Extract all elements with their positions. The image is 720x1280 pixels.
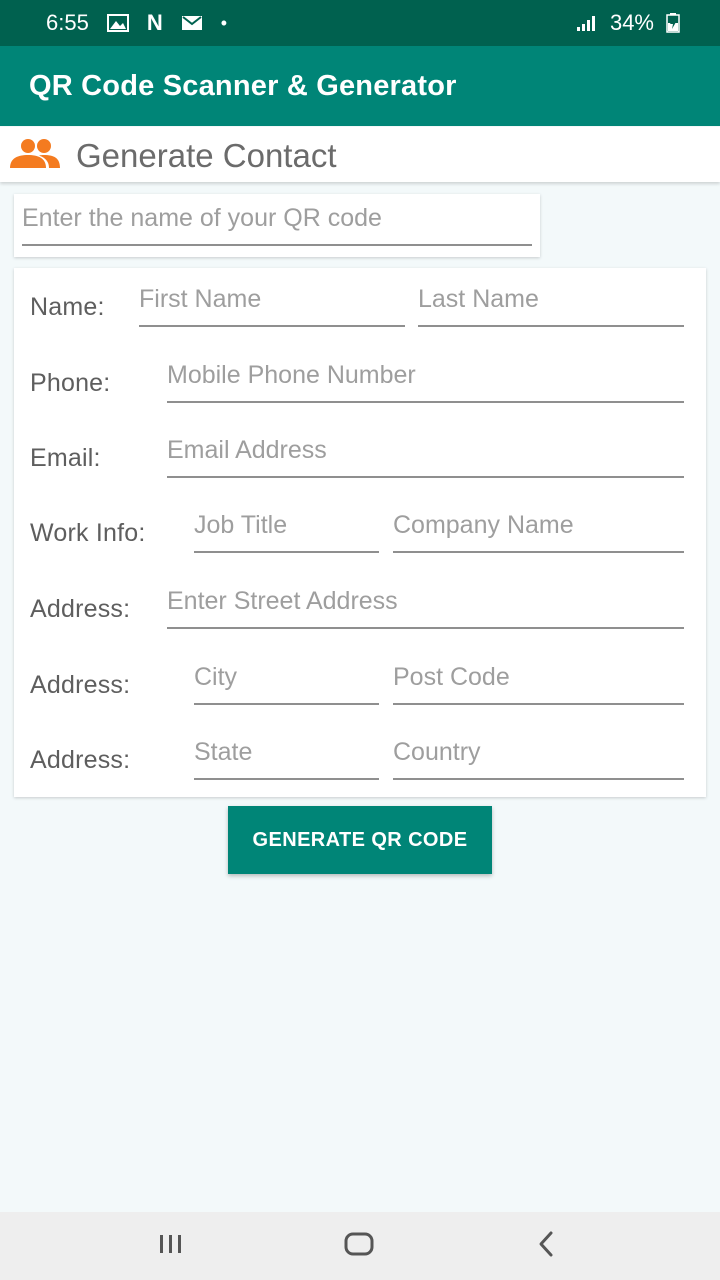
street-address-label: Address: (30, 595, 131, 623)
signal-icon (576, 14, 598, 32)
status-right: 34% (576, 0, 680, 46)
recents-icon (156, 1232, 186, 1261)
app-bar: QR Code Scanner & Generator (0, 46, 720, 126)
qr-name-input[interactable] (22, 200, 532, 246)
navigation-bar (0, 1212, 720, 1280)
battery-charging-icon (666, 13, 680, 33)
phone-label: Phone: (30, 369, 111, 397)
home-icon (343, 1231, 375, 1262)
phone-input[interactable] (167, 357, 684, 403)
status-time: 6:55 (46, 10, 89, 35)
image-icon (106, 14, 129, 32)
section-title: Generate Contact (76, 137, 337, 174)
generate-qr-code-button[interactable]: GENERATE QR CODE (228, 806, 492, 874)
job-title-input[interactable] (194, 507, 379, 553)
street-address-input[interactable] (167, 583, 684, 629)
company-name-input[interactable] (393, 507, 684, 553)
country-input[interactable] (393, 734, 684, 780)
city-input[interactable] (194, 659, 379, 705)
status-left: 6:55 N • (46, 0, 227, 46)
mail-icon (181, 14, 203, 32)
section-header: Generate Contact (0, 127, 720, 182)
app-title: QR Code Scanner & Generator (29, 69, 457, 102)
first-name-input[interactable] (139, 281, 405, 327)
name-label: Name: (30, 293, 105, 321)
post-code-input[interactable] (393, 659, 684, 705)
recents-button[interactable] (141, 1226, 201, 1266)
contact-form: Name: Phone: Email: Work Info: Address: … (14, 268, 706, 797)
email-input[interactable] (167, 432, 684, 478)
home-button[interactable] (329, 1226, 389, 1266)
state-address-label: Address: (30, 746, 131, 774)
last-name-input[interactable] (418, 281, 684, 327)
back-button[interactable] (516, 1226, 576, 1266)
email-label: Email: (30, 444, 101, 472)
netflix-n-icon: N (146, 10, 163, 35)
people-icon (9, 138, 61, 170)
city-address-label: Address: (30, 671, 131, 699)
back-icon (534, 1230, 558, 1263)
work-info-label: Work Info: (30, 519, 146, 547)
state-input[interactable] (194, 734, 379, 780)
battery-percent: 34% (609, 10, 654, 35)
qr-name-card (14, 194, 540, 257)
status-bar: 6:55 N • 34% (0, 0, 720, 46)
dot-icon: • (220, 12, 228, 33)
